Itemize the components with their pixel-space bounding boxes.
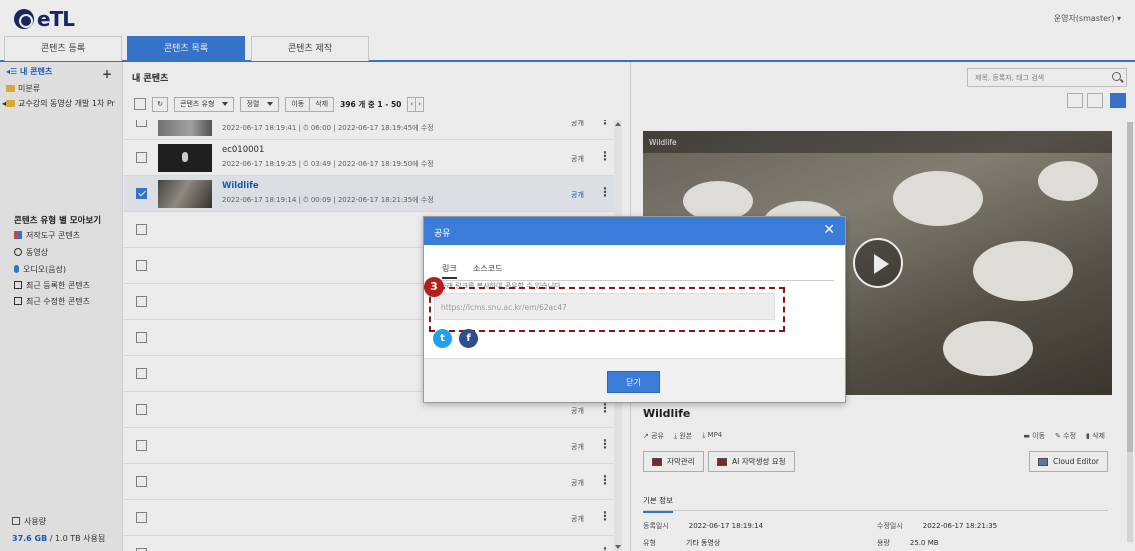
- twitter-share-icon[interactable]: t: [433, 329, 452, 348]
- highlight-box: 3: [424, 277, 785, 332]
- share-dialog: 공유 ✕ 링크 소스코드 아래 링크를 복사하여 공유할 수 있습니다. htt…: [423, 216, 846, 403]
- close-button[interactable]: 닫기: [607, 371, 660, 393]
- facebook-share-icon[interactable]: f: [459, 329, 478, 348]
- dialog-title: 공유: [434, 229, 451, 239]
- tab-link[interactable]: 링크: [442, 263, 457, 279]
- dialog-header: 공유 ✕: [424, 217, 845, 245]
- tab-source-code[interactable]: 소스코드: [473, 263, 502, 274]
- step-number-badge: 3: [424, 277, 444, 297]
- close-icon[interactable]: ✕: [823, 222, 835, 238]
- dialog-footer: 닫기: [424, 358, 845, 402]
